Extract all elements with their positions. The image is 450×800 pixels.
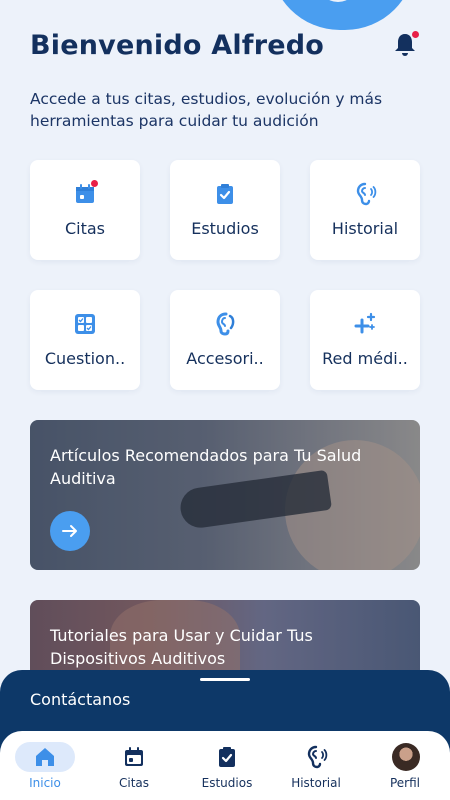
home-icon xyxy=(36,748,54,766)
card-overlay xyxy=(30,420,420,570)
page-subtitle: Accede a tus citas, estudios, evolución … xyxy=(30,90,383,130)
calendar-icon xyxy=(125,747,143,766)
sparkle-plus-icon xyxy=(354,312,376,334)
tab-label: Inicio xyxy=(29,776,61,790)
tile-label: Estudios xyxy=(191,219,259,238)
tab-citas[interactable]: Citas xyxy=(89,731,179,800)
card-articulos[interactable]: Artículos Recomendados para Tu Salud Aud… xyxy=(30,420,420,570)
notifications-button[interactable] xyxy=(393,31,419,58)
tab-historial[interactable]: Historial xyxy=(271,731,361,800)
clipboard-check-icon xyxy=(219,747,235,767)
tab-label: Citas xyxy=(118,776,150,790)
tile-label: Red médi.. xyxy=(322,349,408,368)
tile-red-medica[interactable]: Red médi.. xyxy=(310,290,420,390)
tile-label: Accesori.. xyxy=(186,349,264,368)
tile-label: Historial xyxy=(331,219,399,238)
checklist-grid-icon xyxy=(75,314,95,334)
ear-sound-icon xyxy=(307,745,328,769)
tab-label: Historial xyxy=(291,776,341,790)
tab-estudios[interactable]: Estudios xyxy=(182,731,272,800)
contact-label: Contáctanos xyxy=(30,690,131,709)
ear-sound-icon xyxy=(356,182,377,206)
tile-accesorios[interactable]: Accesori.. xyxy=(170,290,280,390)
tab-inicio[interactable]: Inicio xyxy=(0,731,90,800)
avatar xyxy=(392,743,420,771)
clipboard-check-icon xyxy=(217,184,233,204)
tab-label: Perfil xyxy=(389,776,421,790)
card-title: Tutoriales para Usar y Cuidar Tus Dispos… xyxy=(50,626,313,668)
citas-badge xyxy=(91,180,98,187)
hearing-aid-icon xyxy=(216,312,235,336)
tile-citas[interactable]: Citas xyxy=(30,160,140,260)
sheet-handle[interactable] xyxy=(200,678,250,681)
tile-estudios[interactable]: Estudios xyxy=(170,160,280,260)
bottom-tab-bar: Inicio Citas Estudios Historial Perfil xyxy=(0,731,450,800)
card-title: Artículos Recomendados para Tu Salud Aud… xyxy=(50,446,362,488)
page-title: Bienvenido Alfredo xyxy=(30,30,325,61)
tab-perfil[interactable]: Perfil xyxy=(360,731,450,800)
tile-cuestionarios[interactable]: Cuestion.. xyxy=(30,290,140,390)
tab-label: Estudios xyxy=(201,776,253,790)
tile-label: Cuestion.. xyxy=(44,349,126,368)
tile-historial[interactable]: Historial xyxy=(310,160,420,260)
notification-badge xyxy=(412,31,419,38)
tile-label: Citas xyxy=(64,219,106,238)
arrow-right-icon xyxy=(62,525,77,537)
decorative-circle xyxy=(270,0,415,30)
card-arrow-button[interactable] xyxy=(50,511,90,551)
